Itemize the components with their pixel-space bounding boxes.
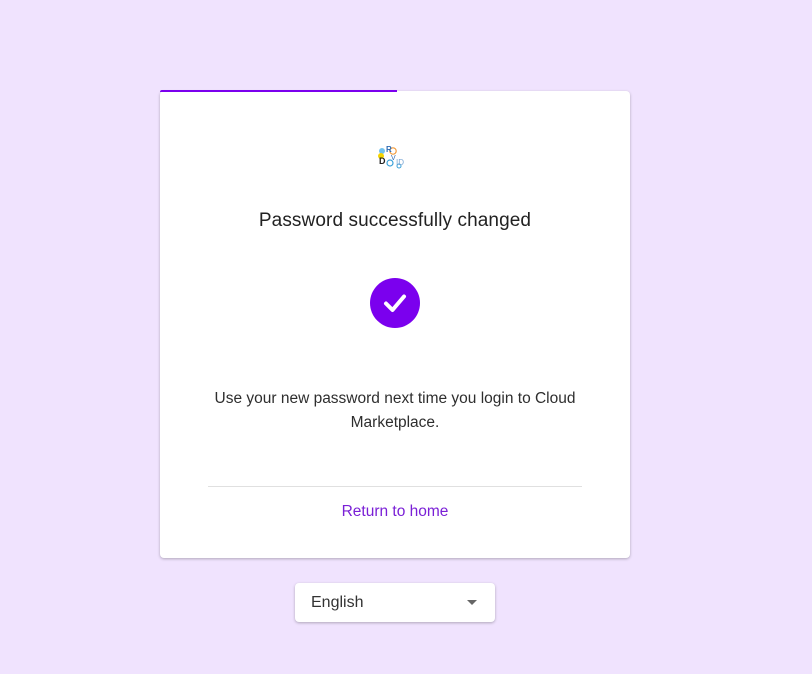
svg-text:D: D xyxy=(379,156,386,166)
page-title: Password successfully changed xyxy=(258,210,532,231)
return-to-home-link[interactable]: Return to home xyxy=(160,503,630,521)
svg-text:V: V xyxy=(391,155,396,162)
success-message: Use your new password next time you logi… xyxy=(214,390,576,431)
divider xyxy=(208,486,582,487)
rdvid-logo-icon: R D ID V xyxy=(377,143,413,171)
check-circle-icon xyxy=(370,278,420,328)
svg-text:R: R xyxy=(386,145,392,154)
top-progress-line xyxy=(160,90,397,92)
language-select[interactable]: English xyxy=(295,583,495,622)
language-selected-label: English xyxy=(311,593,364,611)
svg-text:ID: ID xyxy=(396,158,404,167)
caret-down-icon xyxy=(467,600,477,605)
password-changed-card: R D ID V Password successfully changed U… xyxy=(160,90,630,558)
